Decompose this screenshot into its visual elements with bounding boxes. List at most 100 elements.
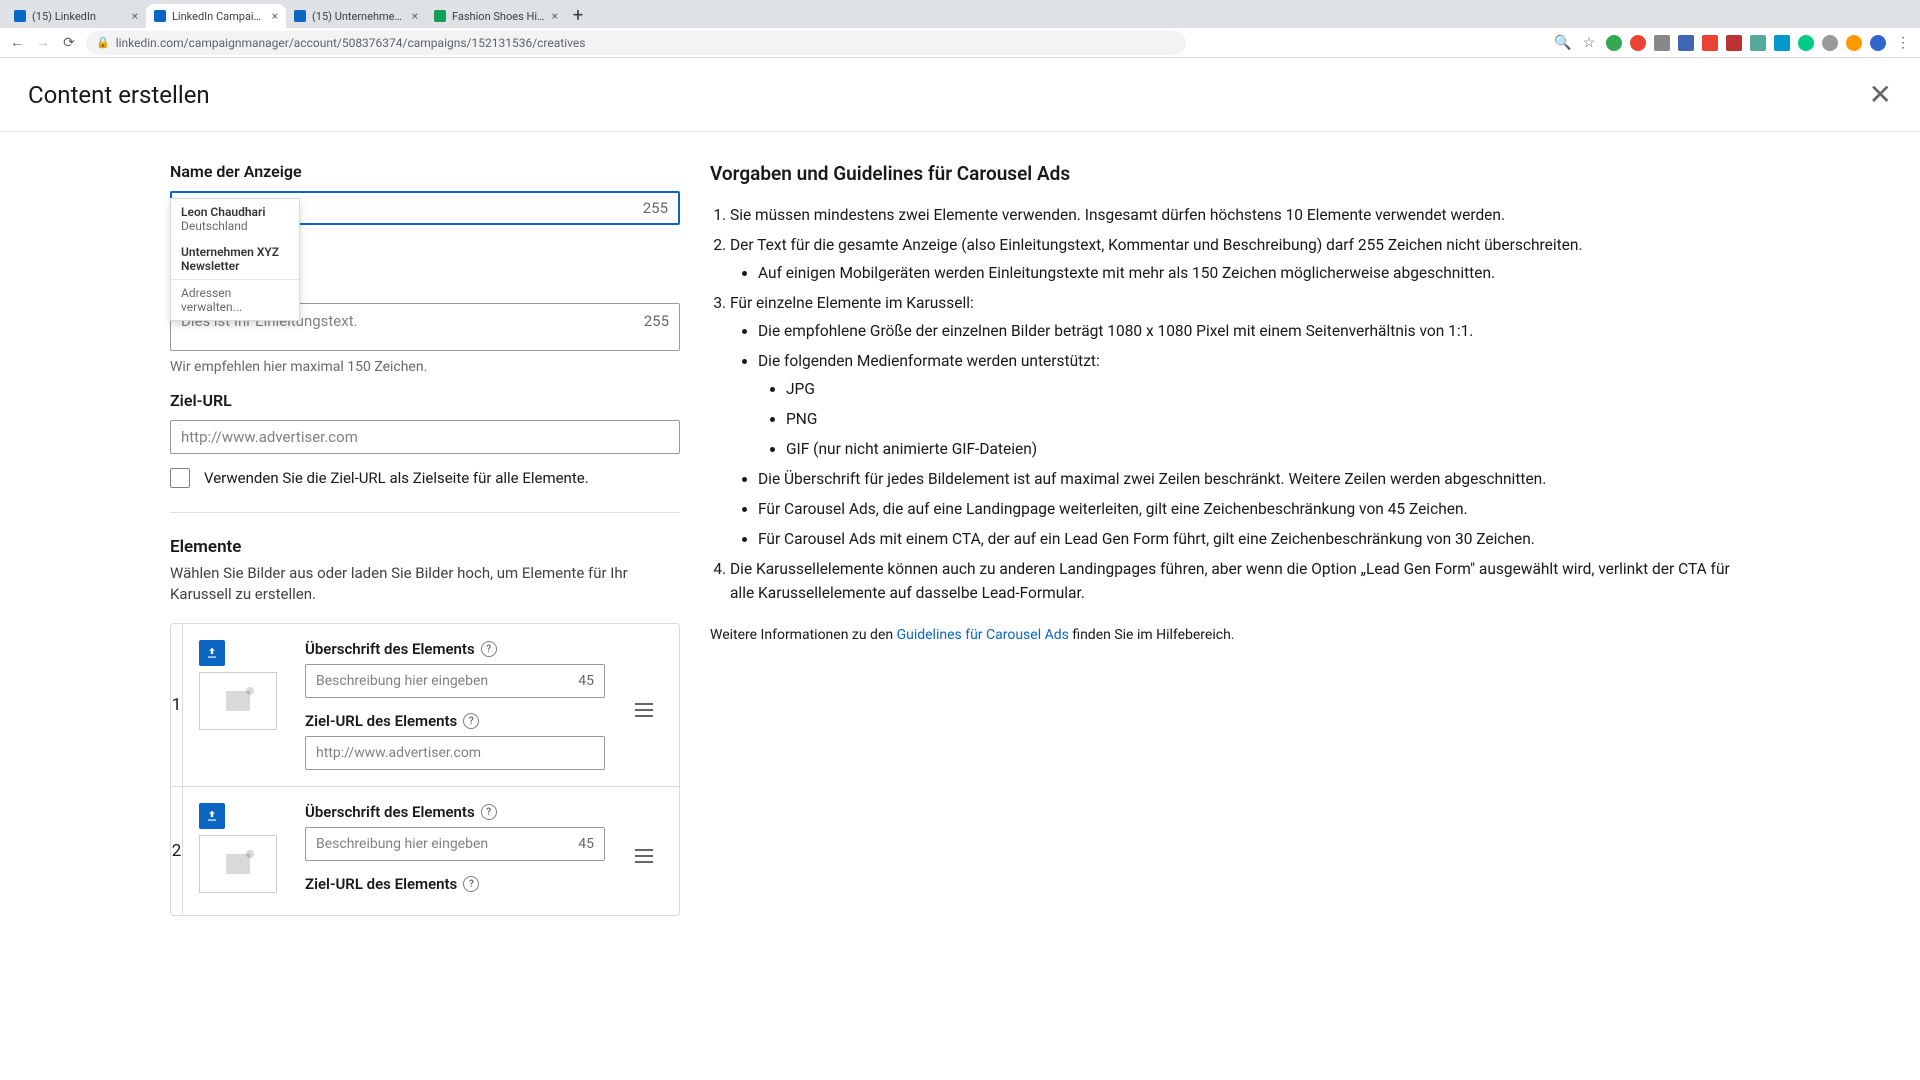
extension-icon[interactable]	[1678, 35, 1694, 51]
autocomplete-subtitle: Deutschland	[181, 219, 289, 233]
menu-icon[interactable]: ⋮	[1894, 35, 1912, 51]
card-number: 1	[171, 624, 183, 786]
extension-icon[interactable]	[1774, 35, 1790, 51]
extension-icon[interactable]	[1846, 35, 1862, 51]
close-icon[interactable]: ×	[132, 9, 138, 23]
card-headline-input[interactable]: Beschreibung hier eingeben 45	[305, 664, 605, 698]
guideline-subitem: Die Überschrift für jedes Bildelement is…	[758, 467, 1750, 491]
extension-icon[interactable]	[1630, 35, 1646, 51]
upload-image-button[interactable]	[199, 803, 225, 829]
guidelines-column: Vorgaben und Guidelines für Carousel Ads…	[710, 162, 1920, 916]
upload-icon	[205, 809, 219, 823]
elements-desc: Wählen Sie Bilder aus oder laden Sie Bil…	[170, 563, 680, 605]
placeholder-text: Beschreibung hier eingeben	[316, 836, 578, 852]
image-placeholder-icon	[226, 691, 250, 711]
image-thumbnail[interactable]	[199, 835, 277, 893]
extension-icon[interactable]	[1750, 35, 1766, 51]
extension-icon[interactable]	[1822, 35, 1838, 51]
drag-handle[interactable]	[625, 847, 663, 865]
close-modal-button[interactable]: ✕	[1869, 78, 1892, 111]
guideline-text: Die folgenden Medienformate werden unter…	[758, 352, 1100, 370]
guideline-subsubitem: JPG	[786, 377, 1750, 401]
label-text: Überschrift des Elements	[305, 803, 475, 821]
extension-icon[interactable]	[1798, 35, 1814, 51]
extension-icon[interactable]	[1702, 35, 1718, 51]
tab-company-admin[interactable]: (15) Unternehmen XYZ: Admin ×	[286, 4, 426, 28]
help-icon[interactable]: ?	[463, 876, 479, 892]
footer-text: Weitere Informationen zu den	[710, 627, 897, 643]
guidelines-title: Vorgaben und Guidelines für Carousel Ads	[710, 162, 1750, 185]
dest-url-label: Ziel-URL	[170, 391, 680, 410]
footer-text: finden Sie im Hilfebereich.	[1069, 627, 1235, 643]
tab-stock-photo[interactable]: Fashion Shoes High - Free ph ×	[426, 4, 566, 28]
manage-addresses-link[interactable]: Adressen verwalten...	[171, 279, 299, 320]
tab-linkedin-feed[interactable]: (15) LinkedIn ×	[6, 4, 146, 28]
forward-icon[interactable]: →	[34, 34, 52, 51]
guideline-item: Für einzelne Elemente im Karussell: Die …	[730, 291, 1750, 551]
new-tab-button[interactable]: +	[566, 4, 590, 28]
extension-icon[interactable]	[1726, 35, 1742, 51]
autocomplete-dropdown: Leon Chaudhari Deutschland Unternehmen X…	[170, 198, 300, 321]
card-headline-input[interactable]: Beschreibung hier eingeben 45	[305, 827, 605, 861]
image-thumbnail[interactable]	[199, 672, 277, 730]
char-counter: 45	[578, 673, 594, 689]
guideline-subitem: Die folgenden Medienformate werden unter…	[758, 349, 1750, 461]
divider	[170, 512, 680, 513]
tab-title: LinkedIn Campaign Manager	[172, 10, 266, 23]
placeholder-text: Beschreibung hier eingeben	[316, 673, 578, 689]
guideline-item: Die Karussellelemente können auch zu and…	[730, 557, 1750, 605]
guidelines-list: Sie müssen mindestens zwei Elemente verw…	[710, 203, 1750, 643]
checkbox-label: Verwenden Sie die Ziel-URL als Zielseite…	[204, 469, 589, 487]
autocomplete-item[interactable]: Leon Chaudhari Deutschland	[171, 199, 299, 239]
tab-title: Fashion Shoes High - Free ph	[452, 10, 546, 23]
close-icon[interactable]: ×	[412, 9, 418, 23]
tab-campaign-manager[interactable]: LinkedIn Campaign Manager ×	[146, 4, 286, 28]
avatar[interactable]	[1870, 35, 1886, 51]
intro-text-hint: Wir empfehlen hier maximal 150 Zeichen.	[170, 359, 680, 375]
close-icon[interactable]: ×	[552, 9, 558, 23]
ad-name-label: Name der Anzeige	[170, 162, 680, 181]
guideline-text: Für einzelne Elemente im Karussell:	[730, 294, 974, 312]
card-number: 2	[171, 787, 183, 915]
carousel-card: 1 Überschrift des Elements? Beschreibung…	[171, 624, 679, 787]
modal-header: Content erstellen ✕	[0, 58, 1920, 132]
close-icon[interactable]: ×	[272, 9, 278, 23]
guidelines-link[interactable]: Guidelines für Carousel Ads	[897, 627, 1069, 643]
url-text: linkedin.com/campaignmanager/account/508…	[116, 36, 586, 50]
image-upload	[199, 640, 285, 730]
guideline-subitem: Für Carousel Ads mit einem CTA, der auf …	[758, 527, 1750, 551]
image-placeholder-icon	[226, 854, 250, 874]
tab-title: (15) LinkedIn	[32, 10, 126, 23]
page-title: Content erstellen	[28, 81, 210, 109]
zoom-icon[interactable]: 🔍	[1554, 35, 1572, 51]
placeholder-text: http://www.advertiser.com	[316, 745, 594, 761]
use-url-for-all-checkbox[interactable]	[170, 468, 190, 488]
address-bar[interactable]: 🔒 linkedin.com/campaignmanager/account/5…	[86, 31, 1186, 55]
help-icon[interactable]: ?	[463, 713, 479, 729]
tab-title: (15) Unternehmen XYZ: Admin	[312, 10, 406, 23]
reload-icon[interactable]: ⟳	[60, 35, 78, 51]
guideline-item: Der Text für die gesamte Anzeige (also E…	[730, 233, 1750, 285]
char-counter: 255	[644, 312, 669, 330]
use-url-for-all-row: Verwenden Sie die Ziel-URL als Zielseite…	[170, 468, 680, 488]
guideline-subitem: Die empfohlene Größe der einzelnen Bilde…	[758, 319, 1750, 343]
drag-handle[interactable]	[625, 701, 663, 719]
guidelines-footer: Weitere Informationen zu den Guidelines …	[710, 627, 1750, 643]
autocomplete-item[interactable]: Unternehmen XYZ Newsletter	[171, 239, 299, 279]
help-icon[interactable]: ?	[481, 641, 497, 657]
star-icon[interactable]: ☆	[1580, 35, 1598, 51]
card-url-input[interactable]: http://www.advertiser.com	[305, 736, 605, 770]
help-icon[interactable]: ?	[481, 804, 497, 820]
upload-image-button[interactable]	[199, 640, 225, 666]
autocomplete-name: Unternehmen XYZ Newsletter	[181, 245, 289, 273]
extension-icon[interactable]	[1606, 35, 1622, 51]
extension-icon[interactable]	[1654, 35, 1670, 51]
dest-url-input[interactable]: http://www.advertiser.com	[170, 420, 680, 454]
carousel-card: 2 Überschrift des Elements? Beschreibung…	[171, 787, 679, 915]
elements-title: Elemente	[170, 537, 680, 557]
autocomplete-name: Leon Chaudhari	[181, 205, 289, 219]
card-url-label: Ziel-URL des Elements?	[305, 875, 605, 893]
placeholder-text: http://www.advertiser.com	[181, 428, 669, 446]
form-column: Name der Anzeige Beispiel 1 255 Dies ist…	[0, 162, 710, 916]
back-icon[interactable]: ←	[8, 34, 26, 51]
